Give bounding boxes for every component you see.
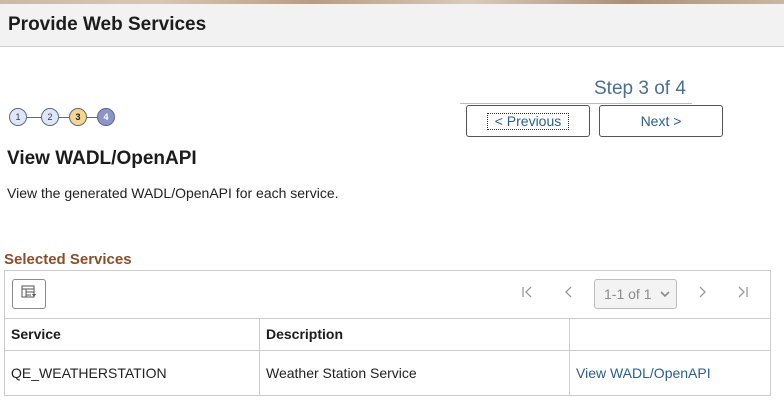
chevron-down-icon <box>659 287 671 304</box>
pager-select[interactable]: 1-1 of 1 <box>594 279 677 309</box>
column-header-action <box>570 318 770 350</box>
service-cell: QE_WEATHERSTATION <box>5 351 260 395</box>
selected-services-grid: 1-1 of 1 Service Description QE_WEATHERS… <box>4 270 771 396</box>
pager-text: 1-1 of 1 <box>604 286 652 302</box>
grid-header-row: Service Description <box>5 318 770 351</box>
page-description: View the generated WADL/OpenAPI for each… <box>7 185 339 201</box>
previous-button-label: < Previous <box>486 112 570 130</box>
personalize-grid-button[interactable] <box>12 279 46 309</box>
next-button[interactable]: Next > <box>599 105 723 137</box>
next-page-button[interactable] <box>691 283 713 305</box>
grid-title: Selected Services <box>4 251 132 268</box>
train-step-3: 3 <box>69 108 87 126</box>
page-title: View WADL/OpenAPI <box>7 148 197 169</box>
action-cell: View WADL/OpenAPI <box>570 351 770 395</box>
train-step-1[interactable]: 1 <box>9 108 27 126</box>
grid-toolbar: 1-1 of 1 <box>5 271 770 319</box>
last-page-icon <box>735 285 749 304</box>
grid-personalize-icon <box>21 285 37 304</box>
previous-page-button[interactable] <box>558 283 580 305</box>
step-divider <box>460 103 692 104</box>
train-step-2[interactable]: 2 <box>41 108 59 126</box>
train-connector <box>27 117 41 118</box>
train-connector <box>59 117 69 118</box>
column-header-service: Service <box>5 318 260 350</box>
next-page-icon <box>695 285 709 304</box>
first-page-icon <box>521 285 535 304</box>
header-title: Provide Web Services <box>8 14 207 35</box>
column-header-description: Description <box>260 318 570 350</box>
view-wadl-openapi-link[interactable]: View WADL/OpenAPI <box>576 365 711 381</box>
description-cell: Weather Station Service <box>260 351 570 395</box>
previous-button[interactable]: < Previous <box>466 105 590 137</box>
page-header: Provide Web Services <box>0 4 784 47</box>
last-page-button[interactable] <box>731 283 753 305</box>
first-page-button[interactable] <box>517 283 539 305</box>
next-button-label: Next > <box>640 113 682 129</box>
previous-page-icon <box>562 285 576 304</box>
step-indicator: Step 3 of 4 <box>594 78 686 99</box>
train-connector <box>87 117 97 118</box>
table-row: QE_WEATHERSTATION Weather Station Servic… <box>5 351 770 395</box>
train-step-4[interactable]: 4 <box>97 108 115 126</box>
